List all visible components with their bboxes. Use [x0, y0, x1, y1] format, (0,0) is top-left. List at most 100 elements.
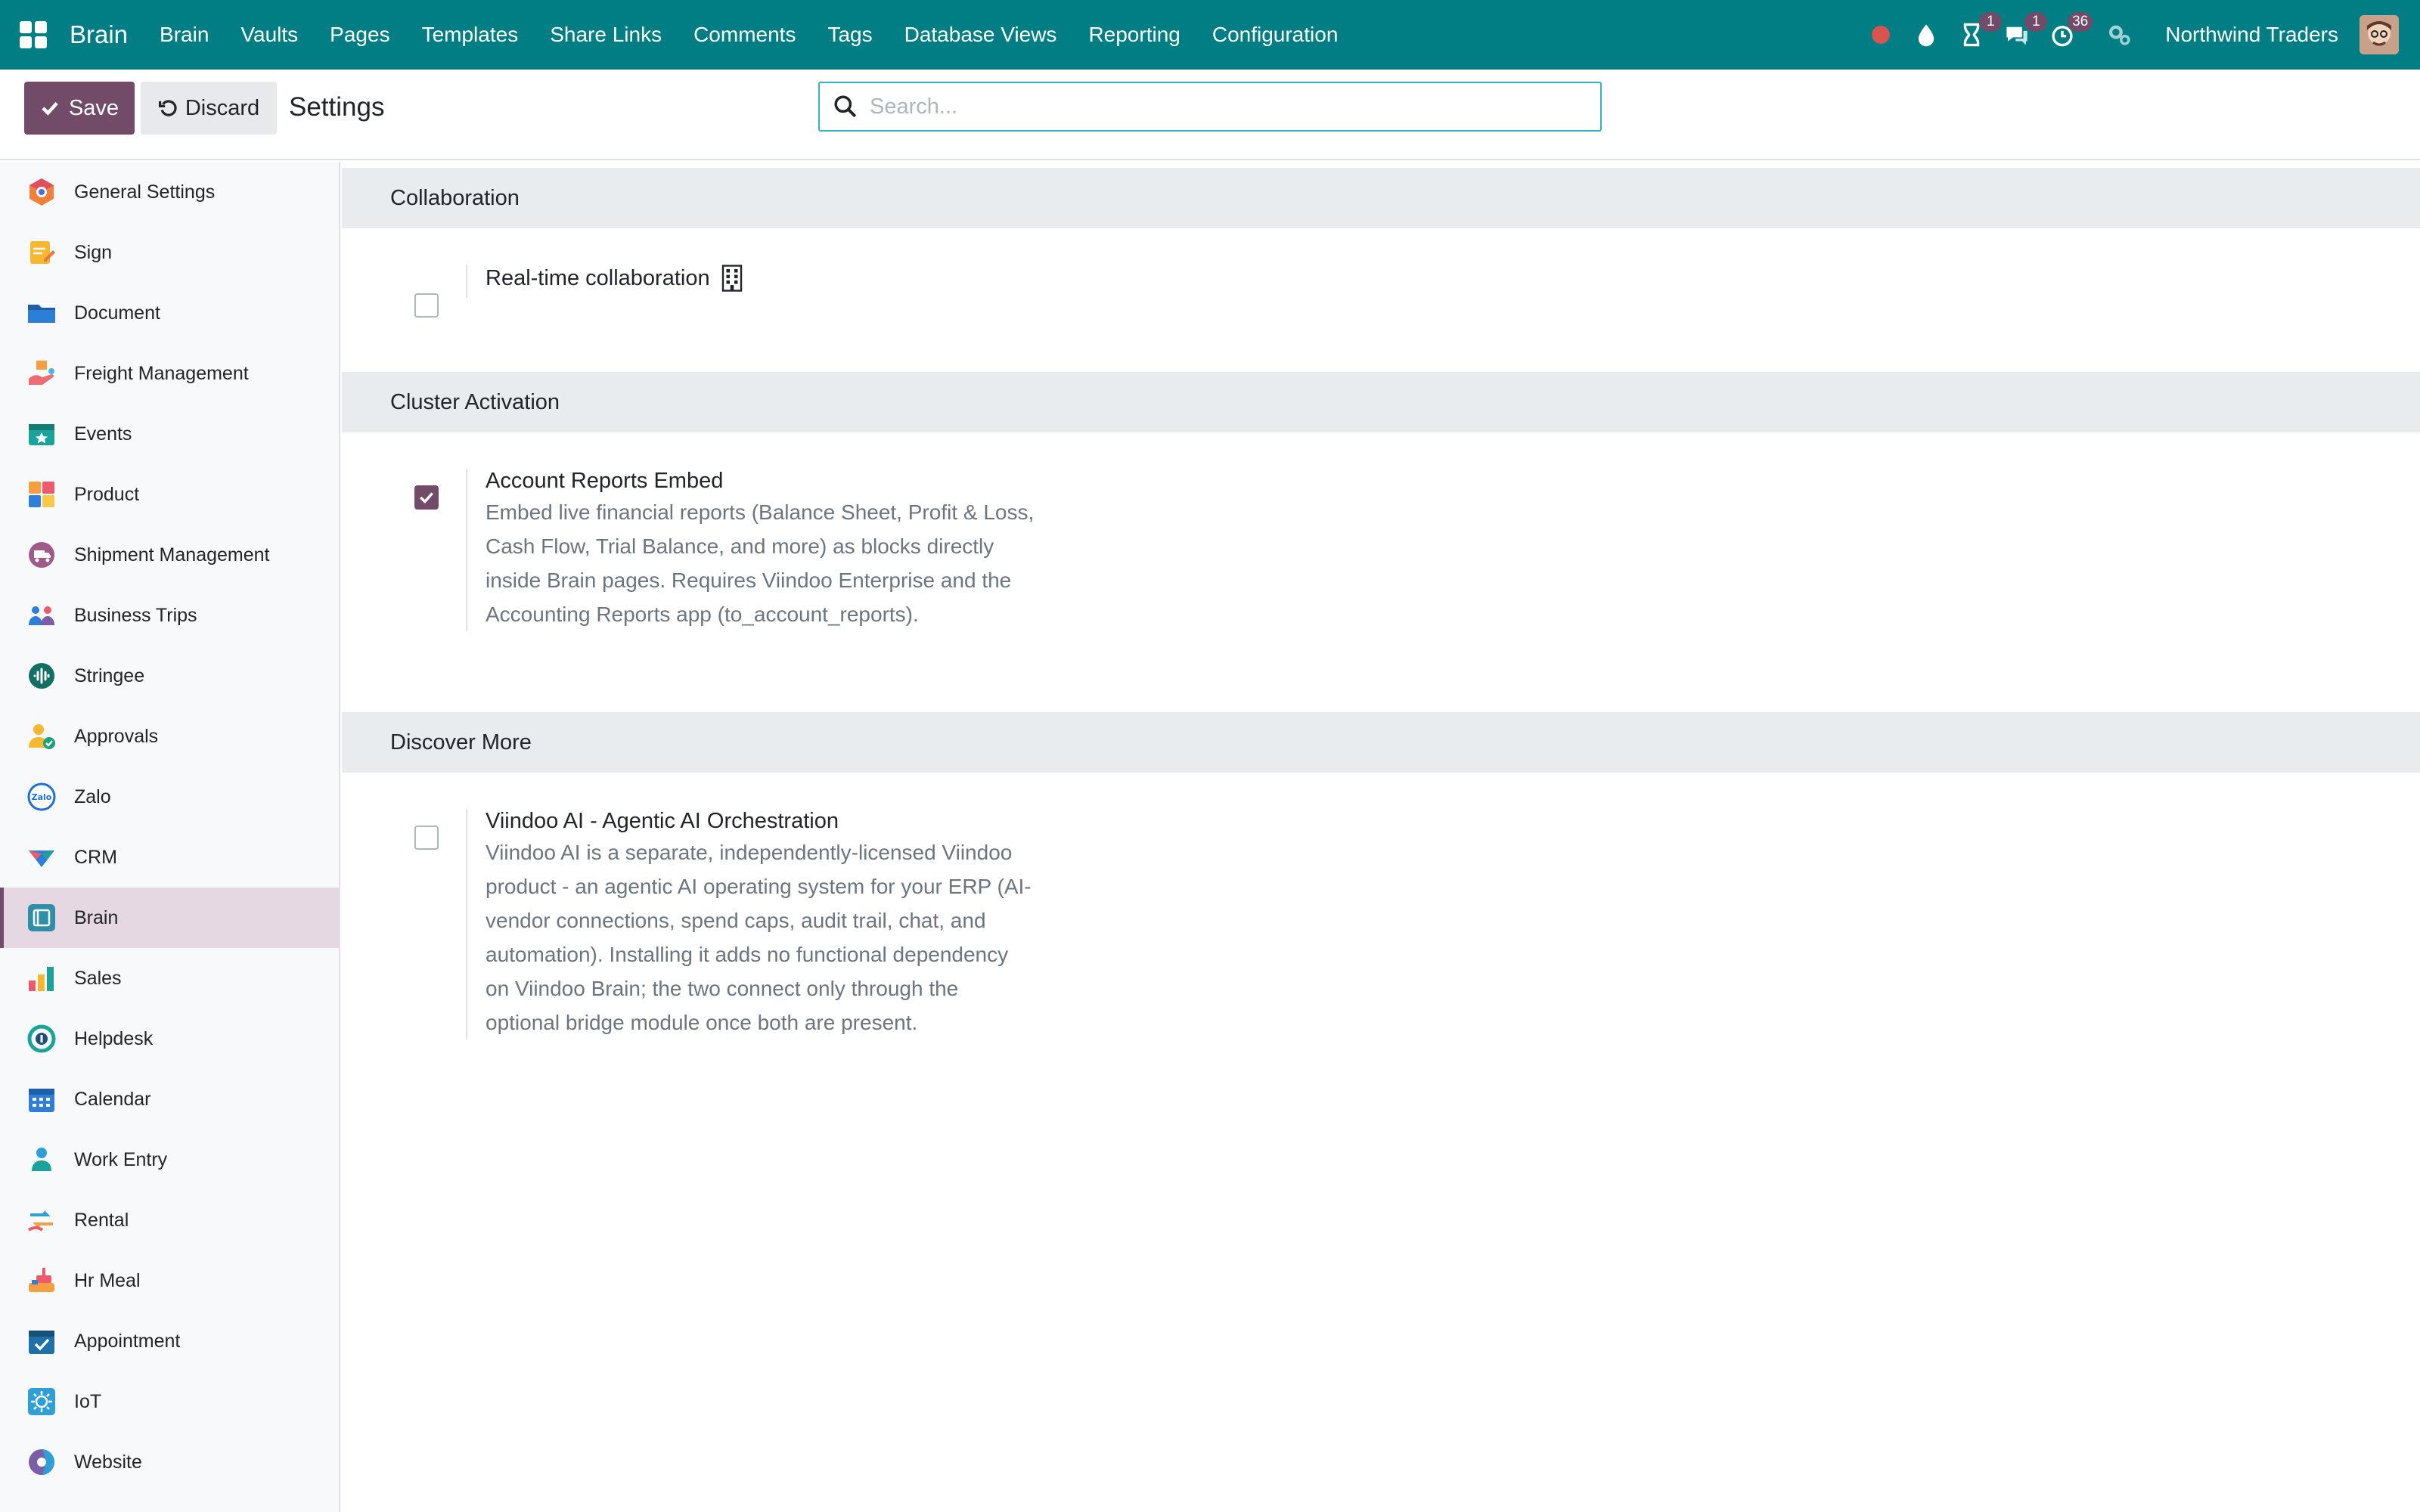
sidebar-label: Zalo	[74, 785, 111, 807]
viindoo-ai-checkbox[interactable]	[414, 826, 439, 850]
account-reports-embed-checkbox[interactable]	[414, 485, 439, 510]
sidebar-item-rental[interactable]: Rental	[0, 1190, 339, 1250]
sidebar-item-helpdesk[interactable]: Helpdesk	[0, 1009, 339, 1069]
description-line: optional bridge module once both are pre…	[486, 1011, 918, 1034]
work-entry-icon	[26, 1144, 57, 1176]
sidebar-item-iot[interactable]: IoT	[0, 1371, 339, 1432]
sidebar-label: Events	[74, 423, 132, 445]
website-icon	[26, 1446, 57, 1478]
apps-menu-icon[interactable]	[20, 21, 47, 48]
setting-account-reports-embed: Account Reports Embed Embed live financi…	[342, 432, 2420, 712]
save-button[interactable]: Save	[24, 82, 135, 135]
search-input[interactable]	[868, 93, 1549, 120]
sidebar-item-events[interactable]: Events	[0, 404, 339, 464]
discard-button[interactable]: Discard	[141, 82, 277, 135]
menu-tags[interactable]: Tags	[827, 23, 872, 47]
sidebar-item-approvals[interactable]: Approvals	[0, 706, 339, 767]
sidebar-item-freight-management[interactable]: Freight Management	[0, 343, 339, 404]
timer-badge: 36	[2068, 12, 2093, 32]
sidebar-label: Appointment	[74, 1330, 181, 1352]
account-reports-embed-label[interactable]: Account Reports Embed	[486, 469, 1086, 494]
description-line: automation). Installing it adds no funct…	[486, 943, 1009, 966]
sidebar-label: Work Entry	[74, 1148, 168, 1170]
sidebar-label: Product	[74, 483, 140, 505]
sidebar-label: Hr Meal	[74, 1269, 141, 1291]
sidebar-item-sign[interactable]: Sign	[0, 222, 339, 283]
sidebar-item-hr-meal[interactable]: Hr Meal	[0, 1250, 339, 1311]
document-icon	[26, 297, 57, 329]
search-box[interactable]	[818, 82, 1602, 132]
menu-configuration[interactable]: Configuration	[1212, 23, 1339, 47]
sidebar-item-zalo[interactable]: Zalo Zalo	[0, 767, 339, 827]
undo-icon	[158, 100, 177, 116]
sidebar-item-sales[interactable]: Sales	[0, 948, 339, 1009]
sidebar-item-product[interactable]: Product	[0, 464, 339, 525]
setting-body: Real-time collaboration	[466, 265, 1086, 298]
sidebar-label: CRM	[74, 846, 117, 868]
setting-viindoo-ai: Viindoo AI - Agentic AI Orchestration Vi…	[342, 773, 2420, 1151]
business-trips-icon	[26, 600, 57, 631]
chat-icon[interactable]: 1	[2002, 12, 2048, 50]
menu-reporting[interactable]: Reporting	[1088, 23, 1180, 47]
helpdesk-icon	[26, 1023, 57, 1055]
viindoo-ai-description: Viindoo AI is a separate, independently-…	[486, 835, 1086, 1040]
menu-share-links[interactable]: Share Links	[550, 23, 662, 47]
sidebar-item-crm[interactable]: CRM	[0, 827, 339, 888]
sidebar-label: Brain	[74, 906, 119, 928]
menu-comments[interactable]: Comments	[693, 23, 796, 47]
sidebar-item-work-entry[interactable]: Work Entry	[0, 1129, 339, 1190]
brain-icon	[26, 902, 57, 934]
setting-label[interactable]: Real-time collaboration	[486, 265, 1086, 292]
sidebar-item-website[interactable]: Website	[0, 1432, 339, 1492]
discard-label: Discard	[185, 95, 260, 120]
iot-icon	[26, 1386, 57, 1418]
section-cluster-activation-title: Cluster Activation	[342, 372, 2420, 432]
description-line: on Viindoo Brain; the two connect only t…	[486, 977, 959, 1000]
menu-vaults[interactable]: Vaults	[240, 23, 298, 47]
record-dot-icon[interactable]	[1866, 20, 1896, 50]
water-drop-icon[interactable]	[1911, 20, 1941, 50]
sidebar-item-calendar[interactable]: Calendar	[0, 1069, 339, 1129]
messages-badge: 1	[2024, 12, 2048, 32]
setting-real-time-collaboration: Real-time collaboration	[342, 228, 2420, 342]
real-time-collaboration-checkbox[interactable]	[414, 293, 439, 318]
viindoo-ai-label[interactable]: Viindoo AI - Agentic AI Orchestration	[486, 809, 1086, 834]
section-collaboration-title: Collaboration	[342, 168, 2420, 228]
freight-icon	[26, 358, 57, 389]
control-panel: Save Discard Settings	[0, 70, 2420, 160]
menu-templates[interactable]: Templates	[422, 23, 519, 47]
menu-pages[interactable]: Pages	[330, 23, 389, 47]
menu-database-views[interactable]: Database Views	[904, 23, 1057, 47]
settings-sidebar: General Settings Sign Document Freight M…	[0, 162, 340, 1512]
description-line: inside Brain pages. Requires Viindoo Ent…	[486, 569, 1012, 592]
check-icon	[42, 101, 58, 116]
search-icon	[834, 95, 857, 118]
account-reports-embed-description: Embed live financial reports (Balance Sh…	[486, 495, 1086, 631]
sidebar-item-appointment[interactable]: Appointment	[0, 1311, 339, 1371]
menu-brain[interactable]: Brain	[160, 23, 209, 47]
gears-icon[interactable]	[2105, 20, 2135, 50]
sidebar-item-general-settings[interactable]: General Settings	[0, 162, 339, 222]
main-menu: Brain Vaults Pages Templates Share Links…	[160, 23, 1370, 47]
sidebar-label: Website	[74, 1451, 142, 1473]
user-avatar[interactable]	[2360, 15, 2399, 54]
sidebar-item-stringee[interactable]: Stringee	[0, 646, 339, 706]
general-settings-icon	[26, 176, 57, 208]
approvals-icon	[26, 720, 57, 752]
sidebar-label: Business Trips	[74, 604, 197, 626]
hourglass-icon[interactable]: 1	[1956, 12, 2003, 50]
description-line: Cash Flow, Trial Balance, and more) as b…	[486, 534, 994, 558]
sidebar-item-brain[interactable]: Brain	[0, 888, 339, 948]
description-line: vendor connections, spend caps, audit tr…	[486, 909, 986, 932]
sidebar-label: Sales	[74, 967, 122, 989]
sidebar-item-shipment-management[interactable]: Shipment Management	[0, 525, 339, 585]
setting-body: Account Reports Embed Embed live financi…	[466, 469, 1086, 631]
hr-meal-icon	[26, 1265, 57, 1297]
rental-icon	[26, 1204, 57, 1236]
timer-icon[interactable]: 36	[2047, 12, 2093, 50]
app-brand[interactable]: Brain	[70, 20, 128, 49]
navbar-systray: 1 1 36 Northwind Traders	[1851, 0, 2399, 70]
sidebar-item-business-trips[interactable]: Business Trips	[0, 585, 339, 646]
sidebar-item-document[interactable]: Document	[0, 283, 339, 343]
company-switcher[interactable]: Northwind Traders	[2165, 23, 2338, 47]
